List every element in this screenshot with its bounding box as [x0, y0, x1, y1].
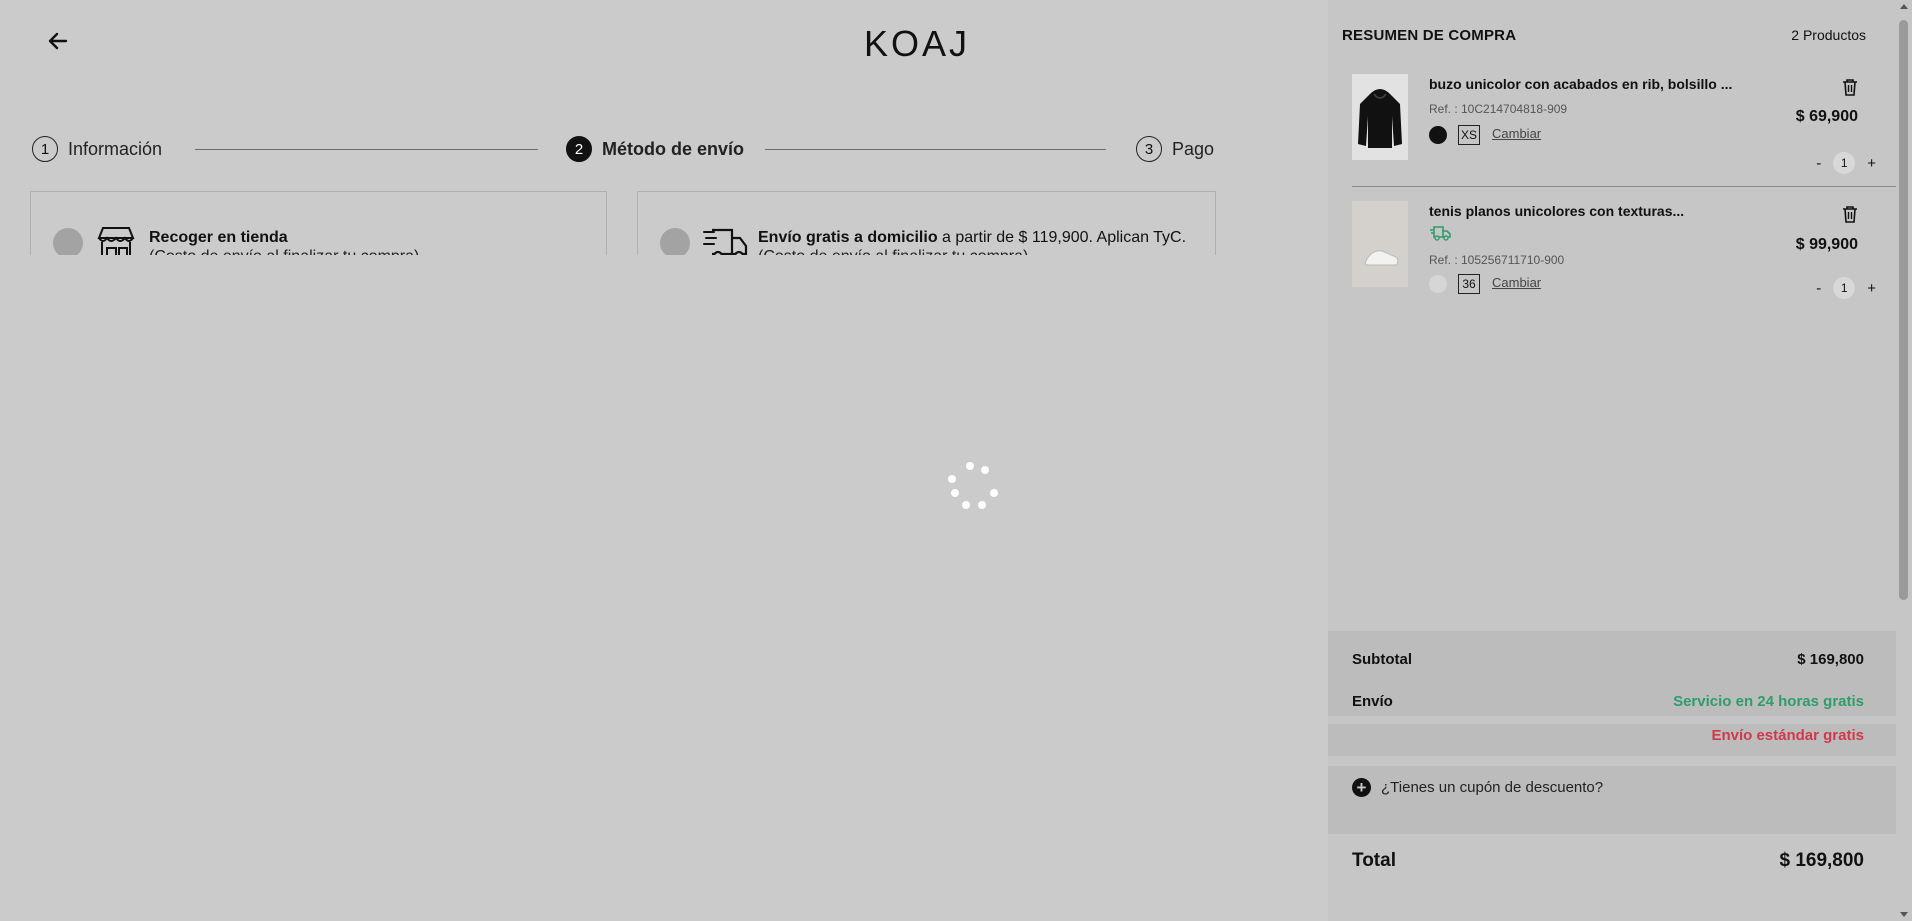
qty-value: 1: [1833, 152, 1856, 174]
store-icon: [95, 226, 137, 255]
step-label: Pago: [1172, 138, 1215, 159]
coupon-label: ¿Tienes un cupón de descuento?: [1381, 779, 1604, 796]
quantity-stepper: - 1 +: [1816, 277, 1876, 299]
scrollbar[interactable]: [1896, 0, 1912, 921]
total-value: $ 169,800: [1779, 850, 1864, 871]
shipping-label: Envío: [1352, 693, 1393, 710]
qty-increase-button[interactable]: +: [1867, 280, 1876, 297]
brand-logo[interactable]: KOAJ: [864, 24, 970, 64]
loading-spinner: [948, 462, 998, 512]
product-image-hoodie[interactable]: [1352, 74, 1408, 160]
trash-icon[interactable]: [1842, 78, 1858, 96]
shipping-standard-row: Envío estándar gratis: [1352, 727, 1864, 744]
subtotal-value: $ 169,800: [1797, 651, 1864, 668]
product-name[interactable]: buzo unicolor con acabados en rib, bolsi…: [1429, 76, 1732, 92]
step-information[interactable]: 1 Información: [32, 136, 162, 162]
product-price: $ 99,900: [1795, 236, 1858, 253]
product-name[interactable]: tenis planos unicolores con texturas...: [1429, 203, 1684, 219]
qty-value: 1: [1833, 277, 1856, 299]
size-box: 36: [1458, 274, 1480, 294]
delivery-subtitle: (Costo de envío al finalizar tu compra): [758, 247, 1186, 255]
subtotal-label: Subtotal: [1352, 651, 1412, 668]
cart-item: buzo unicolor con acabados en rib, bolsi…: [1352, 74, 1896, 174]
total-label: Total: [1352, 850, 1396, 871]
total-row: Total $ 169,800: [1352, 850, 1864, 872]
cart-item: tenis planos unicolores con texturas... …: [1352, 201, 1896, 301]
step-label: Información: [68, 138, 163, 159]
qty-decrease-button[interactable]: -: [1816, 155, 1821, 172]
delivery-truck-icon: [702, 226, 748, 255]
delivery-radio[interactable]: [660, 228, 690, 255]
delivery-text: Envío gratis a domicilio a partir de $ 1…: [758, 228, 1186, 255]
coupon-toggle[interactable]: + ¿Tienes un cupón de descuento?: [1352, 778, 1603, 797]
product-image-sneakers[interactable]: [1352, 201, 1408, 287]
shipping-option-delivery[interactable]: Envío gratis a domicilio a partir de $ 1…: [637, 191, 1216, 255]
shipping-standard-value: Envío estándar gratis: [1711, 727, 1864, 744]
step-number: 2: [566, 136, 592, 162]
subtotal-row: Subtotal $ 169,800: [1352, 651, 1864, 668]
delivery-title: Envío gratis a domicilio: [758, 229, 938, 246]
product-ref: Ref. : 105256711710-900: [1429, 253, 1565, 267]
scroll-down-arrow-icon[interactable]: [1900, 912, 1908, 917]
quantity-stepper: - 1 +: [1816, 152, 1876, 174]
plus-circle-icon: +: [1352, 778, 1371, 797]
qty-decrease-button[interactable]: -: [1816, 280, 1821, 297]
order-summary: RESUMEN DE COMPRA 2 Productos buzo unico…: [1328, 0, 1896, 921]
product-price: $ 69,900: [1795, 108, 1858, 125]
step-label: Método de envío: [602, 138, 745, 159]
pickup-text: Recoger en tienda (Costo de envío al fin…: [149, 228, 419, 255]
scrollbar-thumb[interactable]: [1899, 20, 1908, 600]
coupon-band: [1328, 766, 1896, 834]
change-button[interactable]: Cambiar: [1492, 126, 1541, 141]
shipping-option-pickup[interactable]: Recoger en tienda (Costo de envío al fin…: [30, 191, 607, 255]
pickup-subtitle: (Costo de envío al finalizar tu compra): [149, 247, 419, 255]
qty-increase-button[interactable]: +: [1867, 155, 1876, 172]
scroll-up-arrow-icon[interactable]: [1900, 4, 1908, 9]
fast-delivery-truck-icon: [1429, 225, 1451, 246]
product-ref: Ref. : 10C214704818-909: [1429, 102, 1568, 116]
color-swatch: [1429, 126, 1447, 144]
step-number: 3: [1136, 136, 1162, 162]
color-swatch: [1429, 275, 1447, 293]
step-divider: [195, 149, 538, 150]
checkout-stepper: 1 Información 2 Método de envío 3 Pago: [32, 136, 1214, 164]
pickup-radio[interactable]: [53, 228, 83, 255]
pickup-title: Recoger en tienda: [149, 229, 288, 246]
size-box: XS: [1458, 125, 1480, 145]
step-shipping-method[interactable]: 2 Método de envío: [566, 136, 744, 162]
item-divider: [1352, 186, 1896, 187]
step-divider: [765, 149, 1106, 150]
checkout-main: KOAJ 1 Información 2 Método de envío 3 P…: [0, 0, 1328, 921]
step-payment[interactable]: 3 Pago: [1136, 136, 1214, 162]
product-count: 2 Productos: [1791, 27, 1866, 43]
delivery-terms: a partir de $ 119,900. Aplican TyC.: [937, 229, 1187, 246]
step-number: 1: [32, 136, 58, 162]
back-arrow-icon[interactable]: [44, 28, 74, 54]
shipping-row: Envío Servicio en 24 horas gratis: [1352, 693, 1864, 710]
change-button[interactable]: Cambiar: [1492, 275, 1541, 290]
summary-title: RESUMEN DE COMPRA: [1342, 27, 1517, 44]
trash-icon[interactable]: [1842, 205, 1858, 223]
shipping-24h-value: Servicio en 24 horas gratis: [1673, 693, 1864, 710]
